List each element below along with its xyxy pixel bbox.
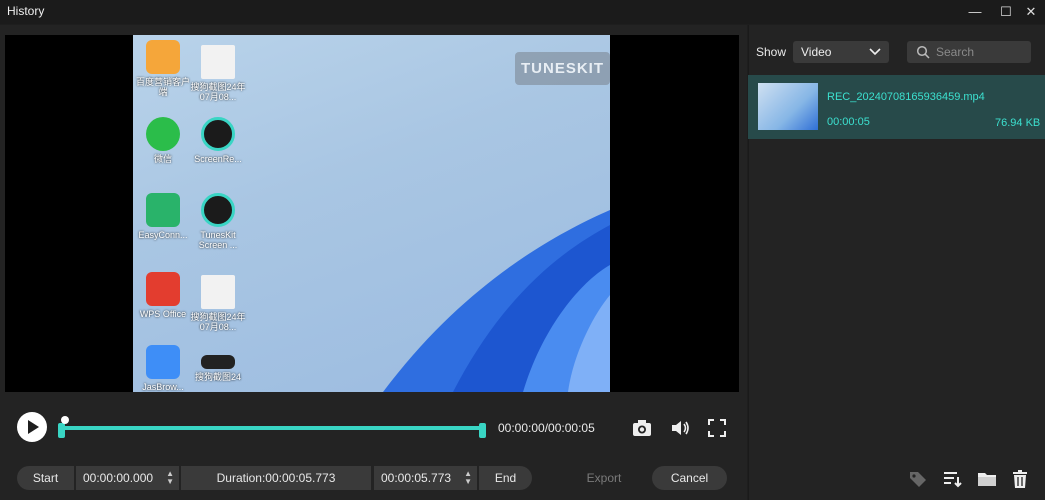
stepper-icon[interactable]: ▲ ▼: [166, 466, 174, 486]
history-item-duration: 00:00:05: [827, 116, 870, 128]
search-input[interactable]: Search: [907, 41, 1031, 63]
end-button[interactable]: End: [479, 466, 532, 490]
tuneskit-watermark: TUNESKIT: [515, 52, 610, 85]
fullscreen-icon[interactable]: [706, 417, 728, 439]
timeline-track[interactable]: [61, 426, 486, 430]
play-icon: [28, 420, 39, 434]
cancel-button[interactable]: Cancel: [652, 466, 727, 490]
desktop-icon: 搜狗截图24: [188, 355, 248, 382]
tag-icon[interactable]: [908, 469, 928, 489]
stepper-icon[interactable]: ▲ ▼: [464, 466, 472, 486]
chevron-down-icon: [869, 48, 881, 56]
trim-end-handle[interactable]: [479, 423, 486, 438]
desktop-icon: 搜狗截图24年07月08...: [188, 45, 248, 102]
close-icon[interactable]: ✕: [1018, 2, 1044, 22]
title-bar: [0, 0, 1045, 24]
desktop-icon: 百度营销客户端: [133, 40, 193, 97]
video-thumbnail: [758, 83, 818, 130]
folder-icon[interactable]: [977, 469, 997, 489]
history-item-size: 76.94 KB: [995, 117, 1041, 129]
show-label: Show: [756, 45, 787, 59]
desktop-icon: TunesKit Screen ...: [188, 193, 248, 250]
video-frame: 百度营销客户端 搜狗截图24年07月08... 微信 ScreenRe... E…: [133, 35, 610, 392]
search-icon: [916, 45, 930, 59]
desktop-icon: 搜狗截图24年07月08...: [188, 275, 248, 332]
desktop-icon: WPS Office: [133, 272, 193, 319]
history-item-filename: REC_20240708165936459.mp4: [827, 91, 985, 103]
window-title: History: [7, 4, 45, 18]
play-button[interactable]: [17, 412, 47, 442]
playhead-handle[interactable]: [61, 416, 69, 424]
start-time-field[interactable]: 00:00:00.000 ▲ ▼: [76, 466, 179, 490]
trash-icon[interactable]: [1010, 469, 1030, 489]
trim-start-handle[interactable]: [58, 423, 65, 438]
desktop-icon: 微信: [133, 117, 193, 164]
desktop-icon: JasBrow...: [133, 345, 193, 392]
list-sort-icon[interactable]: [942, 469, 962, 489]
minimize-icon[interactable]: —: [962, 2, 988, 22]
volume-icon[interactable]: [669, 417, 691, 439]
export-button[interactable]: Export: [570, 466, 638, 490]
timecode: 00:00:00/00:00:05: [498, 421, 595, 435]
duration-display: Duration:00:00:05.773: [181, 466, 371, 490]
end-time-field[interactable]: 00:00:05.773 ▲ ▼: [374, 466, 477, 490]
desktop-icon: ScreenRe...: [188, 117, 248, 164]
desktop-icon: EasyConn...: [133, 193, 193, 240]
show-filter-select[interactable]: Video: [793, 41, 889, 63]
maximize-icon[interactable]: ☐: [993, 2, 1019, 22]
start-button[interactable]: Start: [17, 466, 74, 490]
camera-icon[interactable]: [631, 417, 653, 439]
